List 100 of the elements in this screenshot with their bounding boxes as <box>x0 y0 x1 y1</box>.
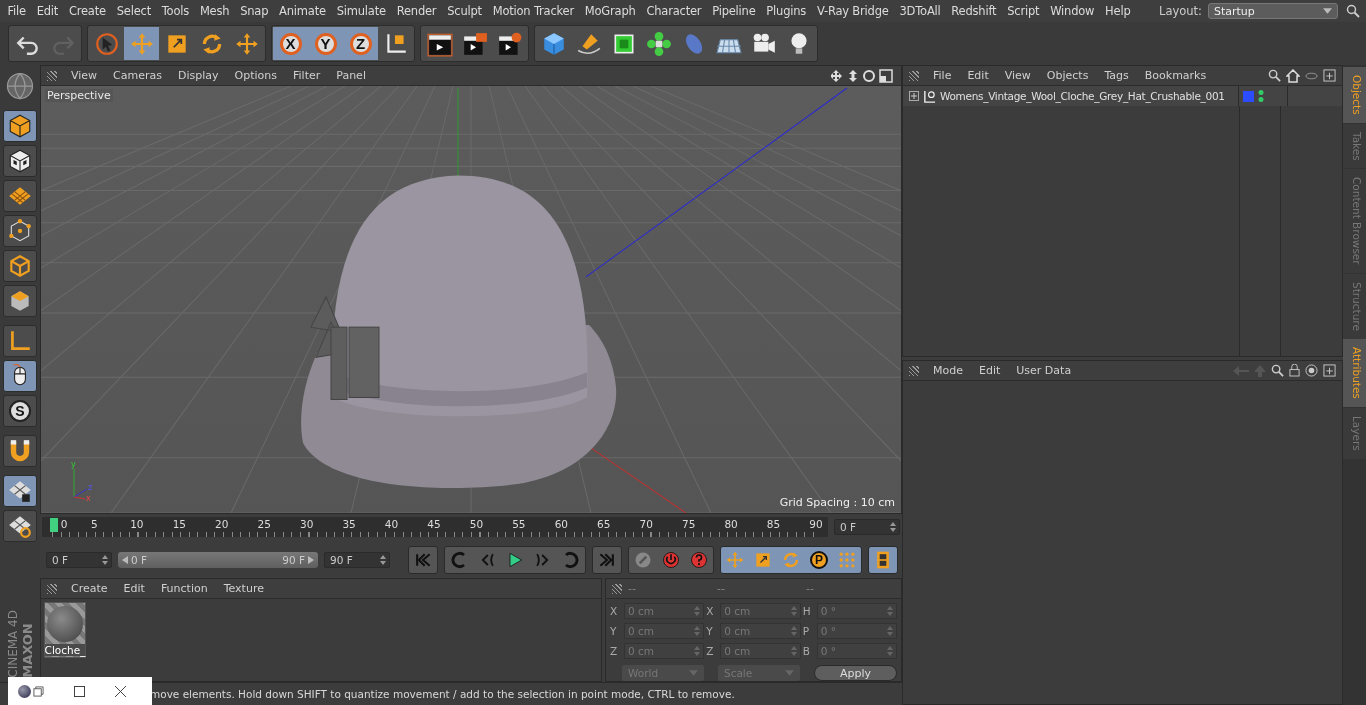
playback-button[interactable]: P <box>805 547 833 573</box>
menu-item[interactable]: Motion Tracker <box>487 4 580 18</box>
menu-item[interactable]: View <box>63 69 106 82</box>
menu-item[interactable]: Character <box>641 4 707 18</box>
target-icon[interactable] <box>1305 364 1318 377</box>
circular-arrows-icon <box>781 550 801 570</box>
grip-icon[interactable] <box>47 70 57 81</box>
start-frame-field[interactable]: 0 F <box>46 552 112 568</box>
grip-icon[interactable] <box>909 365 919 376</box>
mode-button[interactable] <box>3 475 37 507</box>
layer-color-swatch[interactable] <box>1243 90 1254 102</box>
grip-icon[interactable] <box>47 583 57 594</box>
mode-button[interactable] <box>3 510 37 542</box>
menu-item[interactable]: Help <box>1099 4 1136 18</box>
column-header: -- <box>717 582 726 595</box>
menu-item[interactable]: Tools <box>156 4 195 18</box>
search-icon[interactable] <box>1346 4 1360 18</box>
ellipse-icon[interactable] <box>1305 71 1318 80</box>
axis-label: Z <box>706 645 715 657</box>
axis-lock-button[interactable]: Y <box>308 27 343 60</box>
end-frame-field[interactable]: 90 F <box>324 552 390 568</box>
search-icon[interactable] <box>1268 69 1281 82</box>
mode-button[interactable] <box>3 250 37 282</box>
new-window-icon[interactable] <box>1323 69 1336 82</box>
object-row[interactable]: Womens_Vintage_Wool_Cloche_Grey_Hat_Crushable_001 <box>903 86 1342 106</box>
menu-item[interactable]: Panel <box>328 69 374 82</box>
home-icon[interactable] <box>1286 68 1300 83</box>
menu-item[interactable]: File <box>2 4 32 18</box>
mode-button[interactable] <box>3 360 37 392</box>
mode-button[interactable] <box>3 110 37 142</box>
menu-item[interactable]: Mode <box>925 364 971 377</box>
material-swatch[interactable]: Cloche_ <box>44 602 86 658</box>
visibility-dots-icon[interactable] <box>1258 89 1264 103</box>
axis-lock-button[interactable]: X <box>273 27 308 60</box>
menu-item[interactable]: Tags <box>1096 69 1137 82</box>
current-frame-field[interactable]: 0 F <box>834 519 900 535</box>
menu-item[interactable]: Options <box>226 69 285 82</box>
menu-item[interactable]: Simulate <box>331 4 392 18</box>
spinner-icon <box>790 606 797 616</box>
menu-item[interactable]: Snap <box>234 4 274 18</box>
menu-item[interactable]: Select <box>111 4 157 18</box>
menu-item[interactable]: MoGraph <box>579 4 641 18</box>
restore-icon[interactable] <box>33 685 44 697</box>
menu-item[interactable]: Redshift <box>945 4 1002 18</box>
navigation-icons[interactable] <box>831 68 895 83</box>
menu-item[interactable]: Display <box>170 69 227 82</box>
menu-item[interactable]: Filter <box>285 69 329 82</box>
menu-item[interactable]: Edit <box>959 69 997 82</box>
menu-item[interactable]: Objects <box>1038 69 1097 82</box>
menu-item[interactable]: Mesh <box>194 4 235 18</box>
panel-tab[interactable]: Objects <box>1343 67 1366 123</box>
timeline-ruler[interactable]: 0 5 10 15 20 25 30 35 40 45 50 55 60 65 70 75 80 85 90 <box>42 517 828 537</box>
grip-icon[interactable] <box>909 70 919 81</box>
menu-item[interactable]: Edit <box>31 4 64 18</box>
grip-icon[interactable] <box>612 583 622 594</box>
minimized-window[interactable] <box>8 677 152 705</box>
menu-item[interactable]: File <box>925 69 960 82</box>
menu-item[interactable]: View <box>996 69 1039 82</box>
mode-button[interactable] <box>3 285 37 317</box>
menu-item[interactable]: Pipeline <box>706 4 761 18</box>
layout-label: Layout: <box>1159 4 1202 18</box>
four-arrows-icon <box>725 550 745 570</box>
menu-item[interactable]: Bookmarks <box>1136 69 1215 82</box>
mode-button[interactable]: S <box>3 395 37 427</box>
spinner-icon <box>380 555 386 565</box>
menu-item[interactable]: Window <box>1044 4 1100 18</box>
expand-icon[interactable] <box>909 91 919 101</box>
mode-button[interactable] <box>3 435 37 467</box>
mode-button[interactable] <box>3 145 37 177</box>
menu-item[interactable]: Function <box>152 582 216 595</box>
close-icon[interactable] <box>115 685 126 697</box>
menu-item[interactable]: Cameras <box>105 69 170 82</box>
maximize-icon[interactable] <box>74 685 85 697</box>
search-icon[interactable] <box>1271 364 1284 377</box>
mode-button[interactable] <box>3 325 37 357</box>
menu-item[interactable]: User Data <box>1008 364 1080 377</box>
menu-item[interactable]: 3DToAll <box>894 4 946 18</box>
axis-lock-button[interactable]: Z <box>343 27 378 60</box>
menu-item[interactable]: Plugins <box>760 4 812 18</box>
menu-item[interactable]: Edit <box>115 582 153 595</box>
layout-dropdown[interactable]: Startup <box>1208 3 1338 19</box>
new-window-icon[interactable] <box>1323 364 1336 377</box>
menu-item[interactable]: Sculpt <box>441 4 488 18</box>
mode-button[interactable] <box>3 180 37 212</box>
axis-label: B <box>802 645 811 657</box>
clapperboard-gear-icon <box>496 30 523 57</box>
lock-icon[interactable] <box>1289 364 1300 377</box>
menu-item[interactable]: Create <box>63 582 116 595</box>
menu-item[interactable]: Render <box>391 4 442 18</box>
menu-item[interactable]: Animate <box>273 4 332 18</box>
menu-item[interactable]: Edit <box>971 364 1009 377</box>
frame-label: 60 <box>554 518 568 530</box>
axis-label: Y <box>706 625 714 637</box>
menu-item[interactable]: Texture <box>215 582 272 595</box>
mode-button[interactable] <box>3 215 37 247</box>
menu-item[interactable]: Create <box>63 4 112 18</box>
menu-item[interactable]: V-Ray Bridge <box>811 4 894 18</box>
apply-button[interactable]: Apply <box>814 665 897 681</box>
menu-item[interactable]: Script <box>1001 4 1045 18</box>
globe-icon[interactable] <box>5 71 35 101</box>
